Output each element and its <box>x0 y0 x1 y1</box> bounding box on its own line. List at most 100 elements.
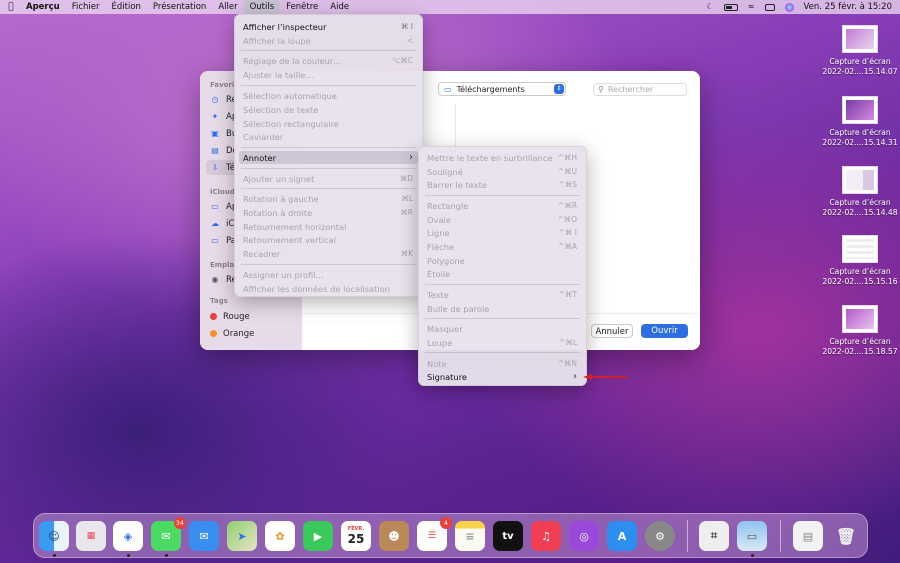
applications-icon: ✦ <box>211 112 219 121</box>
menu-item-adjust-color[interactable]: Réglage de la couleur… ⌥⌘C <box>239 54 418 67</box>
photos-icon[interactable]: ✿ <box>265 521 295 551</box>
menu-fichier[interactable]: Fichier <box>66 0 106 14</box>
menu-item-rect-selection[interactable]: Sélection rectangulaire <box>239 117 418 130</box>
messages-icon[interactable]: ✉ 34 <box>151 517 186 551</box>
menu-item-redact[interactable]: Caviarder <box>239 130 418 143</box>
menu-separator <box>241 85 416 86</box>
mail-icon[interactable]: ✉ <box>189 521 219 551</box>
menu-item-signature[interactable]: Signature › <box>423 370 582 383</box>
menu-item-mask[interactable]: Masquer <box>423 322 582 335</box>
calendar-icon[interactable]: FÉVR. 25 <box>341 521 371 551</box>
menu-separator <box>241 264 416 265</box>
icloud-header: iCloud <box>210 188 235 196</box>
file-name-line2: 2022-02....15.18.57 <box>822 347 898 356</box>
contacts-icon[interactable]: ☻ <box>379 521 409 551</box>
menu-item-note[interactable]: Note ^⌘N <box>423 357 582 370</box>
menu-separator <box>425 318 580 319</box>
menu-item-flip-horizontal[interactable]: Retournement horizontal <box>239 220 418 233</box>
apple-logo-icon[interactable]:  <box>0 0 20 14</box>
search-input[interactable]: ⚲ Rechercher <box>593 83 687 96</box>
desktop-file-2[interactable]: Capture d’écran 2022-02....15.14.31 <box>815 96 900 148</box>
menu-item-loupe[interactable]: Loupe ^⌘L <box>423 336 582 349</box>
screenshot-utility-icon[interactable]: ⌗ <box>699 521 729 551</box>
locations-header: Emplac <box>210 261 239 269</box>
menu-item-text[interactable]: Texte ^⌘T <box>423 288 582 301</box>
menu-item-star[interactable]: Étoile <box>423 267 582 280</box>
menu-outils[interactable]: Outils <box>243 0 281 14</box>
file-name-line2: 2022-02....15.14.07 <box>822 67 898 76</box>
menu-item-rotate-right[interactable]: Rotation à droite ⌘R <box>239 206 418 219</box>
chevron-right-icon: › <box>409 152 413 163</box>
menu-item-flip-vertical[interactable]: Retournement vertical <box>239 233 418 246</box>
chevron-updown-icon: ⇕ <box>554 84 564 94</box>
menu-presentation[interactable]: Présentation <box>147 0 212 14</box>
desktop-file-5[interactable]: Capture d’écran 2022-02....15.18.57 <box>815 305 900 357</box>
cancel-button[interactable]: Annuler <box>591 324 633 338</box>
sidebar-tag-rouge[interactable]: Rouge <box>206 309 298 324</box>
menu-item-strikethrough[interactable]: Barrer le texte ^⌘S <box>423 178 582 191</box>
menu-aller[interactable]: Aller <box>212 0 243 14</box>
menu-item-polygon[interactable]: Polygone <box>423 254 582 267</box>
menu-item-adjust-size[interactable]: Ajuster la taille… <box>239 68 418 81</box>
menu-item-oval[interactable]: Ovale ^⌘O <box>423 213 582 226</box>
file-name-line1: Capture d’écran <box>829 337 891 346</box>
preview-icon[interactable]: ▭ <box>737 521 767 551</box>
notes-icon[interactable]: ≡ <box>455 521 485 551</box>
menu-item-location-data[interactable]: Afficher les données de localisation <box>239 282 418 295</box>
maps-icon[interactable]: ➤ <box>227 521 257 551</box>
facetime-icon[interactable]: ▶ <box>303 521 333 551</box>
tv-icon[interactable]: tv <box>493 521 523 551</box>
wifi-icon[interactable]: ≈ <box>748 0 755 14</box>
launchpad-icon[interactable]: ▦ <box>76 521 106 551</box>
app-store-icon[interactable]: A <box>607 521 637 551</box>
moon-icon[interactable]: ☾ <box>707 0 714 14</box>
menu-app[interactable]: Aperçu <box>20 0 66 14</box>
menu-item-arrow[interactable]: Flèche ^⌘A <box>423 240 582 253</box>
location-popup[interactable]: ▭ Téléchargements ⇕ <box>438 82 566 96</box>
safari-icon[interactable]: ◈ <box>113 521 143 551</box>
menu-item-rectangle[interactable]: Rectangle ^⌘R <box>423 199 582 212</box>
menu-edition[interactable]: Édition <box>106 0 147 14</box>
menu-item-crop[interactable]: Recadrer ⌘K <box>239 247 418 260</box>
menu-separator <box>241 168 416 169</box>
menu-item-line[interactable]: Ligne ^⌘ I <box>423 226 582 239</box>
control-center-icon[interactable] <box>764 3 775 11</box>
menu-item-speech-bubble[interactable]: Bulle de parole <box>423 302 582 315</box>
system-preferences-icon[interactable]: ⚙ <box>645 521 675 551</box>
downloads-stack-icon[interactable]: ▤ <box>793 521 823 551</box>
finder-icon[interactable]: ☺ <box>39 521 69 551</box>
sidebar-tag-orange[interactable]: Orange <box>206 326 298 341</box>
download-icon: ⇩ <box>211 163 219 172</box>
menu-item-show-inspector[interactable]: Afficher l’inspecteur ⌘ I <box>239 20 418 33</box>
menu-item-add-bookmark[interactable]: Ajouter un signet ⌘D <box>239 172 418 185</box>
menu-item-text-selection[interactable]: Sélection de texte <box>239 103 418 116</box>
menu-item-auto-selection[interactable]: Sélection automatique <box>239 89 418 102</box>
open-button[interactable]: Ouvrir <box>641 324 688 338</box>
siri-icon[interactable] <box>784 2 794 12</box>
tools-menu: Afficher l’inspecteur ⌘ I Afficher la lou… <box>234 14 423 297</box>
menu-item-underline[interactable]: Souligné ^⌘U <box>423 165 582 178</box>
menu-item-annotate[interactable]: Annoter › <box>239 151 418 164</box>
menu-aide[interactable]: Aide <box>324 0 355 14</box>
file-name-line2: 2022-02....15.15.16 <box>822 277 898 286</box>
desktop-icon: ▣ <box>211 129 219 138</box>
menu-item-show-magnifier[interactable]: Afficher la loupe < <box>239 34 418 47</box>
folder-icon: ▭ <box>211 202 219 211</box>
screenshot-thumbnail <box>842 235 878 263</box>
clock-text[interactable]: Ven. 25 févr. à 15:20 <box>804 0 892 14</box>
menu-item-assign-profile[interactable]: Assigner un profil… <box>239 268 418 281</box>
menu-fenetre[interactable]: Fenêtre <box>280 0 324 14</box>
red-arrow-icon <box>583 374 627 380</box>
reminders-icon[interactable]: ☰ 4 <box>417 517 452 551</box>
battery-icon[interactable] <box>723 3 738 11</box>
desktop-file-1[interactable]: Capture d’écran 2022-02....15.14.07 <box>815 25 900 77</box>
trash-icon[interactable]: 🗑 <box>831 521 861 551</box>
menu-item-highlight-text[interactable]: Mettre le texte en surbrillance ^⌘H <box>423 151 582 164</box>
music-icon[interactable]: ♫ <box>531 521 561 551</box>
desktop-file-4[interactable]: Capture d’écran 2022-02....15.15.16 <box>815 235 900 287</box>
tv-label: tv <box>502 530 514 542</box>
menu-item-rotate-left[interactable]: Rotation à gauche ⌘L <box>239 192 418 205</box>
desktop-file-3[interactable]: Capture d’écran 2022-02....15.14.48 <box>815 166 900 218</box>
file-name-line1: Capture d’écran <box>829 57 891 66</box>
podcasts-icon[interactable]: ◎ <box>569 521 599 551</box>
